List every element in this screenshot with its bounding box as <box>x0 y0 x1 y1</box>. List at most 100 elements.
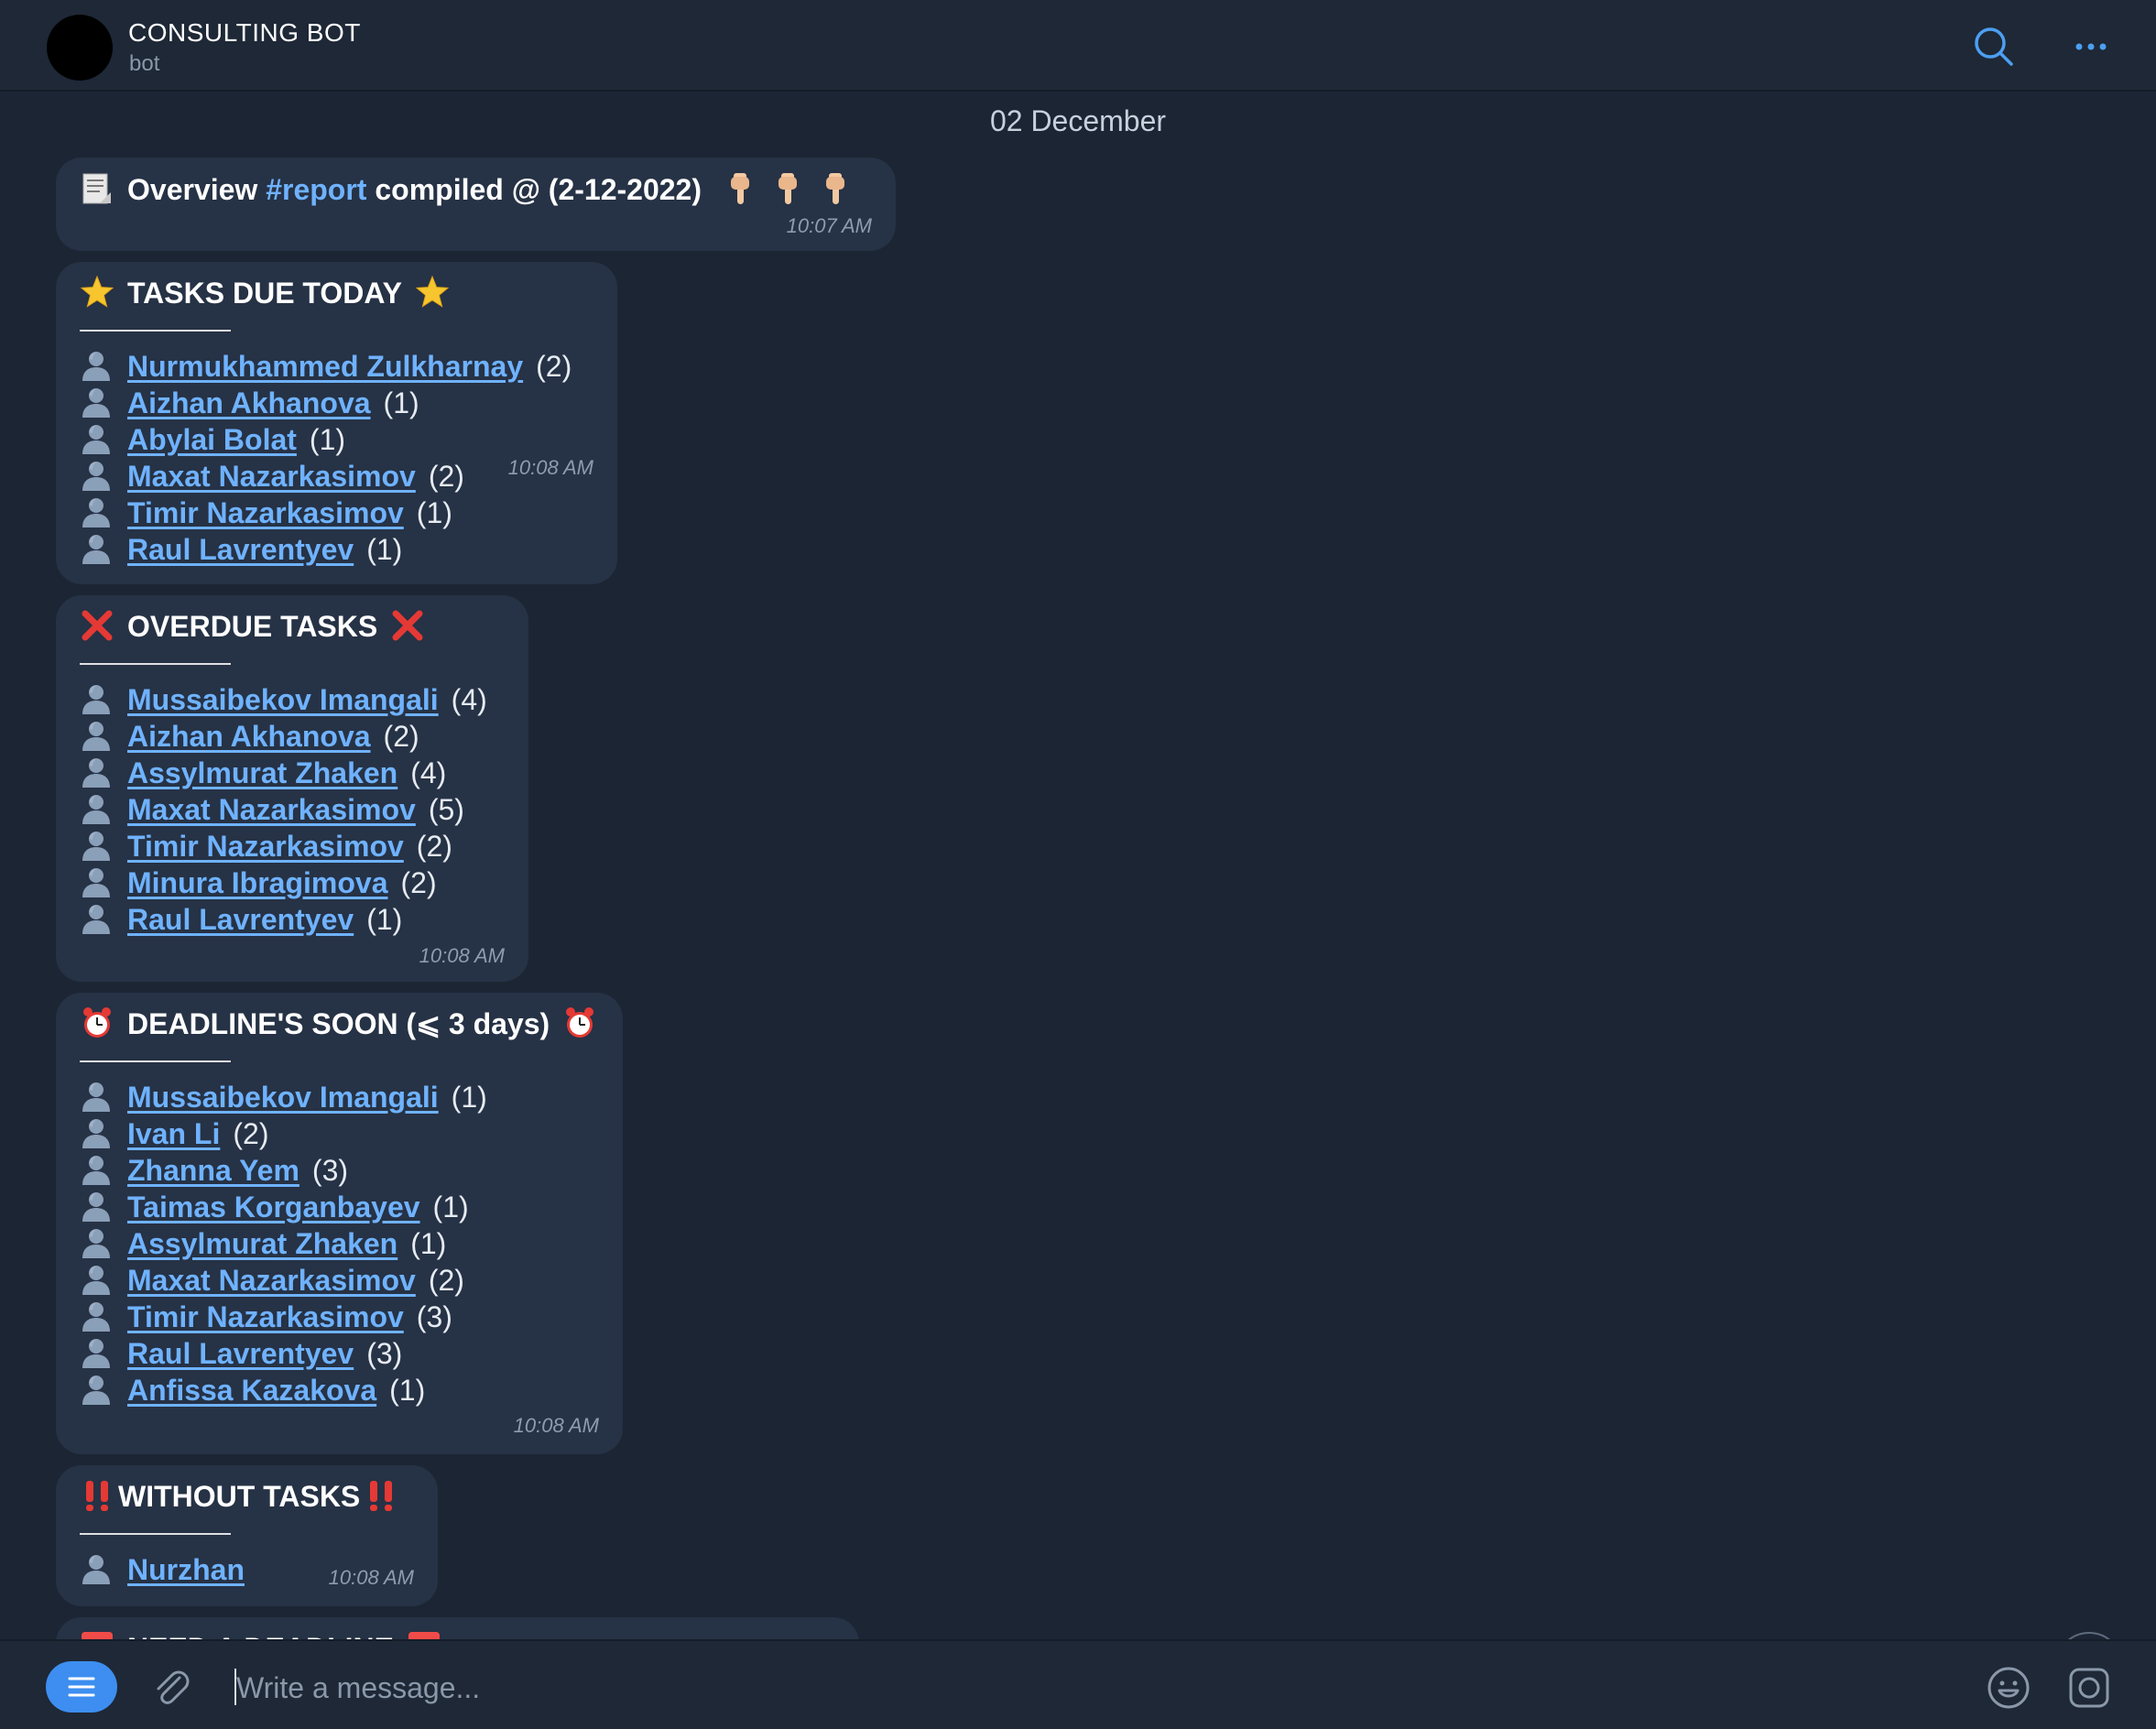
user-mention-link[interactable]: Timir Nazarkasimov <box>127 1300 404 1333</box>
due-today-title-text: TASKS DUE TODAY <box>127 277 402 310</box>
user-mention-link[interactable]: Zhanna Yem <box>127 1154 299 1187</box>
more-options-button[interactable] <box>2066 22 2116 71</box>
user-mention-link[interactable]: Abylai Bolat <box>127 423 297 456</box>
need-deadline-title: NEED A DEADLINE <box>80 1630 441 1639</box>
user-mention-link[interactable]: Aizhan Akhanova <box>127 386 371 419</box>
task-count: (2) <box>383 720 419 753</box>
user-mention-link[interactable]: Timir Nazarkasimov <box>127 496 404 529</box>
user-mention-link[interactable]: Aizhan Akhanova <box>127 720 371 753</box>
message-without-tasks[interactable]: WITHOUT TASKS 10:08 AM Nurzhan <box>56 1465 438 1606</box>
user-mention-link[interactable]: Mussaibekov Imangali <box>127 1081 439 1114</box>
star-icon <box>80 275 114 310</box>
task-count: (3) <box>311 1154 349 1187</box>
user-silhouette-icon <box>80 1190 113 1223</box>
task-count: (5) <box>428 793 464 826</box>
message-list[interactable]: 02 December Overview #report compiled @ … <box>0 92 2156 1639</box>
message-time: 10:07 AM <box>786 214 872 237</box>
divider <box>80 1533 231 1535</box>
user-mention-link[interactable]: Maxat Nazarkasimov <box>127 460 416 493</box>
pointing-down-icon <box>770 171 805 206</box>
user-silhouette-icon <box>80 719 113 752</box>
list-item: Timir Nazarkasimov (1) <box>80 495 452 531</box>
user-mention-link[interactable]: Ivan Li <box>127 1117 220 1150</box>
user-mention-link[interactable]: Maxat Nazarkasimov <box>127 1264 416 1297</box>
list-item: Assylmurat Zhaken (4) <box>80 755 446 791</box>
chat-header: CONSULTING BOT bot <box>0 0 2156 92</box>
message-overdue-tasks[interactable]: OVERDUE TASKS 10:08 AM Mussaibekov Imang… <box>56 595 528 982</box>
message-input[interactable] <box>234 1661 1960 1714</box>
overview-prefix: Overview <box>127 173 258 206</box>
alarm-clock-icon <box>80 1006 114 1040</box>
task-count: (1) <box>309 423 346 456</box>
user-mention-link[interactable]: Taimas Korganbayev <box>127 1191 420 1223</box>
user-mention-link[interactable]: Raul Lavrentyev <box>127 533 354 566</box>
scroll-to-bottom-button[interactable] <box>2055 1632 2123 1639</box>
user-mention-link[interactable]: Raul Lavrentyev <box>127 1337 354 1370</box>
divider <box>80 1060 231 1062</box>
user-silhouette-icon <box>80 1153 113 1186</box>
user-silhouette-icon <box>80 386 113 419</box>
list-item: Timir Nazarkasimov (2) <box>80 828 452 864</box>
task-count: (2) <box>536 350 572 383</box>
list-item: Timir Nazarkasimov (3) <box>80 1299 452 1335</box>
list-item: Maxat Nazarkasimov (5) <box>80 791 464 828</box>
message-need-deadline[interactable]: NEED A DEADLINE <box>56 1617 859 1639</box>
user-mention-link[interactable]: Assylmurat Zhaken <box>127 756 397 789</box>
user-mention-link[interactable]: Timir Nazarkasimov <box>127 830 404 863</box>
task-count: (4) <box>451 683 487 716</box>
overdue-title: OVERDUE TASKS <box>80 608 425 645</box>
message-time: 10:08 AM <box>328 1566 414 1589</box>
user-mention-link[interactable]: Minura Ibragimova <box>127 866 388 899</box>
user-mention-link[interactable]: Mussaibekov Imangali <box>127 683 439 716</box>
user-silhouette-icon <box>80 532 113 565</box>
user-silhouette-icon <box>80 495 113 528</box>
message-deadlines-soon[interactable]: DEADLINE'S SOON (⩽ 3 days) 10:08 AM Muss… <box>56 993 623 1454</box>
task-count: (2) <box>416 830 452 863</box>
user-silhouette-icon <box>80 1116 113 1149</box>
user-mention-link[interactable]: Assylmurat Zhaken <box>127 1227 397 1260</box>
report-hashtag[interactable]: #report <box>266 173 366 206</box>
task-count: (2) <box>400 866 437 899</box>
red-square-icon <box>80 1630 114 1639</box>
list-item: Raul Lavrentyev (3) <box>80 1335 402 1372</box>
user-mention-link[interactable]: Nurmukhammed Zulkharnay <box>127 350 523 383</box>
message-overview[interactable]: Overview #report compiled @ (2-12-2022) … <box>56 158 896 251</box>
user-silhouette-icon <box>80 682 113 715</box>
user-mention-link[interactable]: Nurzhan <box>127 1553 245 1586</box>
search-icon <box>1975 27 2013 66</box>
list-item: Mussaibekov Imangali (1) <box>80 1079 487 1115</box>
overdue-title-text: OVERDUE TASKS <box>127 610 378 643</box>
bot-menu-button[interactable] <box>46 1661 117 1713</box>
list-item: Maxat Nazarkasimov (2) <box>80 458 464 495</box>
pointing-down-icon <box>818 171 853 206</box>
user-mention-link[interactable]: Anfissa Kazakova <box>127 1374 376 1407</box>
list-item: Assylmurat Zhaken (1) <box>80 1225 446 1262</box>
menu-icon <box>68 1677 95 1697</box>
user-silhouette-icon <box>80 1226 113 1259</box>
avatar[interactable] <box>47 15 113 81</box>
message-tasks-due-today[interactable]: TASKS DUE TODAY 10:08 AM Nurmukhammed Zu… <box>56 262 617 584</box>
message-time: 10:08 AM <box>419 944 505 967</box>
chat-title[interactable]: CONSULTING BOT <box>128 18 361 48</box>
attach-button[interactable] <box>147 1663 196 1713</box>
without-tasks-title-text: WITHOUT TASKS <box>118 1480 361 1513</box>
user-silhouette-icon <box>80 459 113 492</box>
chat-subtitle: bot <box>129 51 160 76</box>
task-count: (2) <box>428 1264 464 1297</box>
user-mention-link[interactable]: Maxat Nazarkasimov <box>127 793 416 826</box>
user-silhouette-icon <box>80 756 113 788</box>
search-button[interactable] <box>1969 22 2019 71</box>
camera-button[interactable] <box>2064 1663 2114 1713</box>
list-item: Mussaibekov Imangali (4) <box>80 681 487 718</box>
user-silhouette-icon <box>80 829 113 862</box>
user-mention-link[interactable]: Raul Lavrentyev <box>127 903 354 936</box>
user-silhouette-icon <box>80 1336 113 1369</box>
double-exclamation-icon <box>80 1478 114 1513</box>
list-item: Ivan Li (2) <box>80 1115 268 1152</box>
divider <box>80 330 231 332</box>
list-item: Nurmukhammed Zulkharnay (2) <box>80 348 572 385</box>
cross-mark-icon <box>80 608 114 643</box>
emoji-button[interactable] <box>1984 1663 2033 1713</box>
task-count: (1) <box>366 533 403 566</box>
overview-suffix: compiled @ (2-12-2022) <box>375 173 702 206</box>
